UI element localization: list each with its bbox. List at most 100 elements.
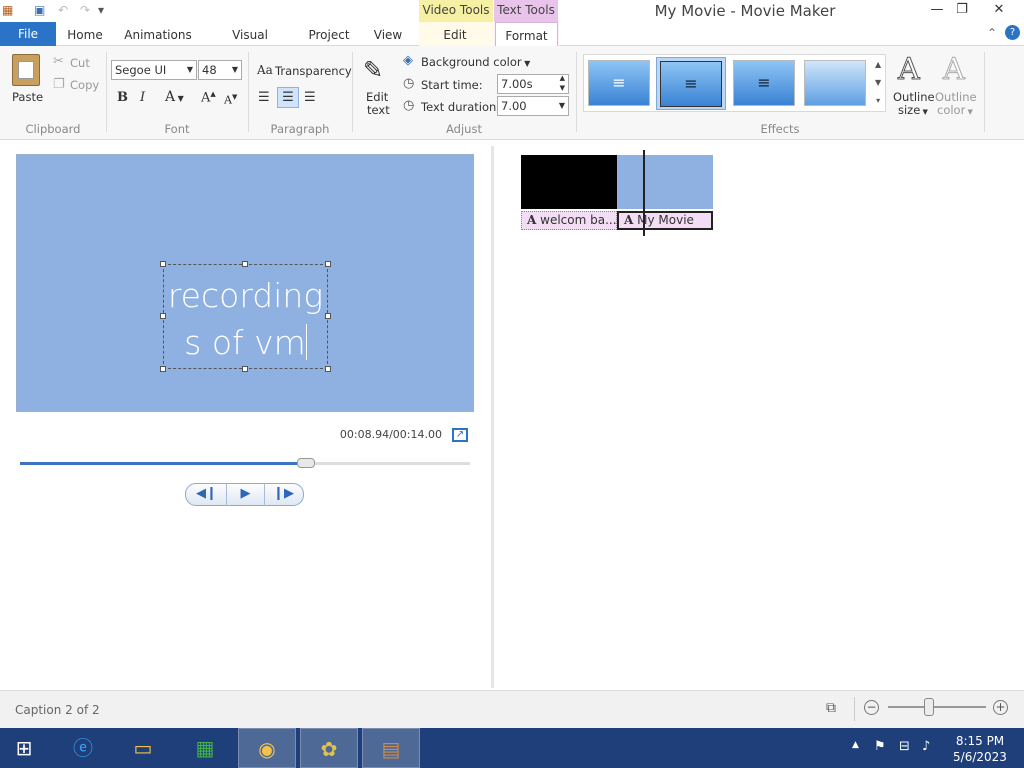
tab-visual-effects[interactable]: Visual Effects	[210, 22, 290, 68]
outline-size-button[interactable]: size ▼	[898, 103, 928, 117]
start-time-spinner[interactable]: 7.00s ▲ ▼	[497, 74, 569, 94]
spinner-arrows-icon[interactable]: ▲ ▼	[560, 73, 565, 93]
transparency-button[interactable]: Transparency	[275, 64, 352, 78]
play-icon[interactable]: ▶	[226, 483, 265, 506]
tab-animations[interactable]: Animations	[124, 22, 192, 46]
zoom-out-icon[interactable]: −	[864, 700, 879, 715]
align-center-icon[interactable]: ☰	[277, 87, 299, 108]
cut-button[interactable]: Cut	[70, 56, 90, 70]
resize-handle[interactable]	[242, 366, 248, 372]
show-hidden-icons-icon[interactable]: ▲	[852, 740, 859, 750]
close-button[interactable]: ✕	[984, 0, 1014, 22]
save-icon[interactable]: ▣	[34, 3, 45, 17]
tab-project[interactable]: Project	[306, 22, 352, 46]
outline-size-icon[interactable]: A	[898, 52, 921, 88]
effect-zoom-out-icon[interactable]: ≡	[733, 60, 795, 106]
window-title: My Movie - Movie Maker	[654, 2, 836, 20]
resize-handle[interactable]	[160, 366, 166, 372]
storyboard-clip[interactable]	[521, 155, 617, 209]
shrink-font-icon[interactable]: A▼	[224, 93, 237, 107]
chrome-icon[interactable]: ◉	[238, 728, 296, 768]
group-label-paragraph: Paragraph	[270, 122, 330, 136]
outline-color-button: color ▼	[937, 103, 973, 117]
separator	[248, 52, 249, 132]
outline-size-label-1[interactable]: Outline	[893, 90, 935, 104]
bee-app-icon[interactable]: ✿	[300, 728, 358, 768]
help-icon[interactable]: ?	[1005, 25, 1020, 40]
clock[interactable]: 8:15 PM 5/6/2023	[945, 733, 1015, 765]
start-time-value: 7.00s	[501, 77, 533, 91]
internet-explorer-icon[interactable]: ⓔ	[54, 728, 112, 768]
group-label-effects: Effects	[760, 122, 800, 136]
chevron-down-icon: ▼	[231, 65, 238, 74]
resize-handle[interactable]	[242, 261, 248, 267]
caption-text[interactable]: recording s of vm	[163, 272, 328, 366]
tab-home[interactable]: Home	[62, 22, 108, 46]
undo-icon[interactable]: ↶	[58, 3, 68, 17]
playhead[interactable]	[643, 150, 645, 236]
caption-clip[interactable]: A welcom ba...	[521, 211, 617, 230]
volume-icon[interactable]: ♪	[922, 739, 930, 754]
tab-format[interactable]: Format	[495, 22, 558, 47]
tab-view[interactable]: View	[370, 22, 406, 46]
effect-zoom-in-icon[interactable]: ≡	[660, 61, 722, 107]
app-icon: ▦	[2, 3, 14, 17]
caption-clip-label: welcom ba...	[540, 213, 617, 227]
expand-preview-icon[interactable]: ↗	[452, 428, 468, 442]
edit-text-label-2[interactable]: text	[367, 103, 390, 117]
zoom-slider-track[interactable]	[888, 706, 986, 708]
paste-icon[interactable]	[12, 54, 40, 86]
edit-text-label-1[interactable]: Edit	[366, 90, 388, 104]
thumbnail-size-icon[interactable]: ⧉	[826, 700, 836, 716]
storyboard-clip[interactable]	[617, 155, 713, 209]
tab-edit[interactable]: Edit	[436, 22, 474, 46]
tab-file[interactable]: File	[0, 22, 56, 46]
paint-bucket-icon: ◈	[403, 53, 413, 68]
network-icon[interactable]: ⊟	[899, 739, 910, 754]
previous-frame-icon[interactable]: ◀❙	[187, 483, 226, 506]
file-explorer-icon[interactable]: ▭	[114, 728, 172, 768]
transparency-icon: Aa	[257, 63, 273, 77]
zoom-in-icon[interactable]: +	[993, 700, 1008, 715]
minimize-ribbon-icon[interactable]: ⌃	[987, 26, 997, 40]
separator	[106, 52, 107, 132]
quick-access-dropdown-icon[interactable]: ▾	[98, 3, 104, 17]
bold-icon[interactable]: B	[117, 90, 128, 105]
action-center-icon[interactable]: ⚑	[874, 739, 886, 754]
effect-scroll-icon[interactable]: ≡	[588, 60, 650, 106]
caption-line-1: recording	[167, 276, 324, 315]
restore-button[interactable]: ❐	[947, 0, 977, 22]
pane-splitter[interactable]	[491, 146, 494, 688]
outline-color-icon: A	[943, 52, 966, 88]
font-size-select[interactable]: 48 ▼	[198, 60, 242, 80]
timecode: 00:08.94/00:14.00	[339, 428, 442, 441]
outline-color-label-1: Outline	[935, 90, 977, 104]
grow-font-icon[interactable]: A▲	[201, 90, 216, 105]
paste-button[interactable]: Paste	[12, 90, 43, 104]
text-duration-label: Text duration:	[421, 100, 501, 114]
redo-icon[interactable]: ↷	[80, 3, 90, 17]
text-duration-select[interactable]: 7.00 ▼	[497, 96, 569, 116]
separator	[352, 52, 353, 132]
background-color-button[interactable]: Background color ▼	[421, 55, 530, 69]
copy-button[interactable]: Copy	[70, 78, 99, 92]
font-color-icon[interactable]: A ▼	[165, 89, 184, 105]
gallery-scroll-icon[interactable]: ▲ ▼ ▾	[875, 56, 881, 110]
edit-text-icon[interactable]: ✎	[363, 56, 383, 84]
resize-handle[interactable]	[325, 261, 331, 267]
zoom-slider-thumb[interactable]	[924, 698, 934, 716]
italic-icon[interactable]: I	[140, 90, 145, 105]
caption-clip-label: My Movie	[637, 213, 694, 227]
resize-handle[interactable]	[160, 261, 166, 267]
caption-clip-selected[interactable]: A My Movie	[617, 211, 713, 230]
start-button-icon[interactable]: ⊞	[0, 728, 48, 768]
store-icon[interactable]: ▦	[176, 728, 234, 768]
seek-bar-thumb[interactable]	[296, 458, 315, 468]
effect-blur-icon[interactable]	[804, 60, 866, 106]
movie-maker-icon[interactable]: ▤	[362, 728, 420, 768]
align-left-icon[interactable]: ☰	[258, 90, 270, 105]
align-right-icon[interactable]: ☰	[304, 90, 316, 105]
resize-handle[interactable]	[325, 366, 331, 372]
font-family-select[interactable]: Segoe UI ▼	[111, 60, 197, 80]
next-frame-icon[interactable]: ❙▶	[264, 483, 303, 506]
